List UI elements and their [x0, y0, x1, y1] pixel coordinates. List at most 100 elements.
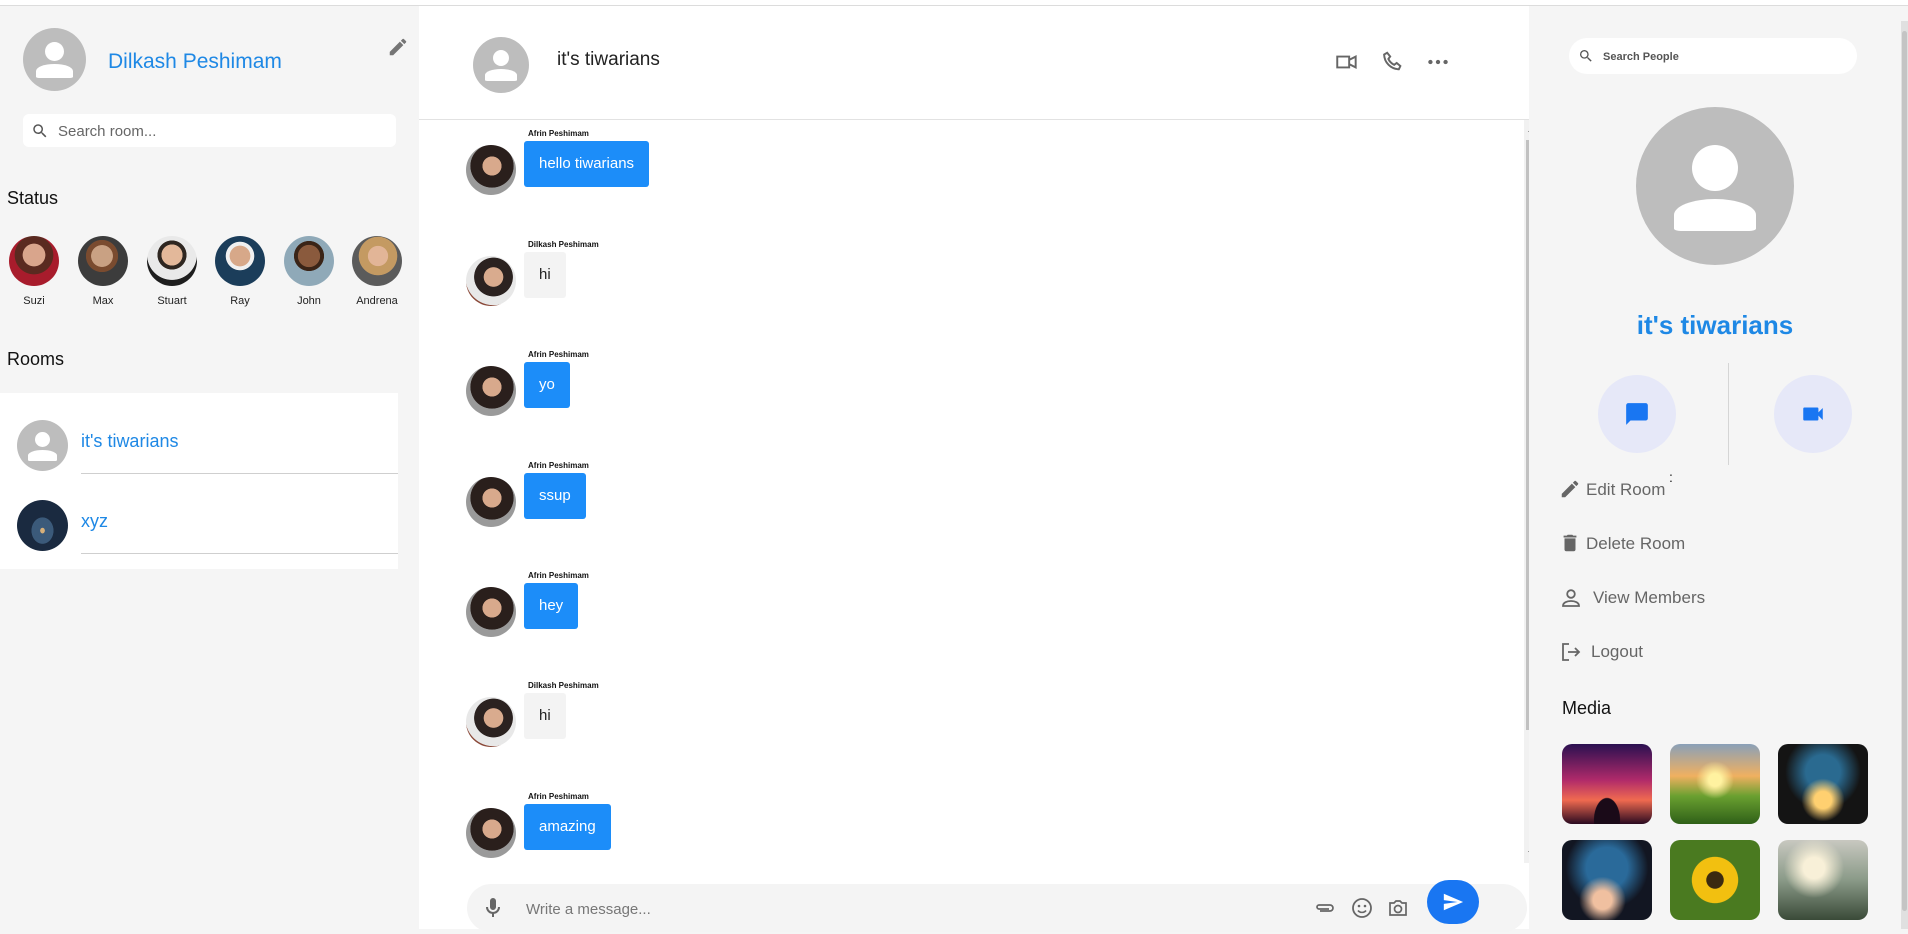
chat-icon [1626, 403, 1648, 425]
status-photo [147, 236, 197, 286]
status-name: Max [92, 295, 114, 307]
message-room-button[interactable] [1598, 375, 1676, 453]
divider [81, 553, 398, 554]
sender-name: Afrin Peshimam [528, 129, 589, 138]
camera-icon[interactable] [1386, 896, 1410, 920]
send-icon [1443, 893, 1464, 911]
sender-avatar[interactable] [466, 697, 516, 747]
sender-avatar[interactable] [466, 256, 516, 306]
sender-avatar[interactable] [466, 477, 516, 527]
message-list[interactable]: Afrin Peshimam hello tiwarians Dilkash P… [436, 120, 1542, 863]
status-item-andrena[interactable]: Andrena [347, 236, 407, 307]
user-avatar[interactable] [23, 28, 86, 91]
edit-profile-icon[interactable] [387, 36, 409, 58]
search-people-field[interactable] [1569, 38, 1857, 76]
search-icon [33, 124, 47, 138]
delete-room-menu-item[interactable]: Delete Room [1559, 530, 1709, 560]
message-item: Afrin Peshimam amazing [466, 792, 866, 862]
room-profile-avatar [1636, 107, 1794, 265]
status-heading: Status [7, 188, 59, 208]
message-bubble: hey [524, 583, 579, 629]
media-thumbnail[interactable] [1670, 840, 1760, 920]
emoji-icon[interactable] [1350, 896, 1374, 920]
person-icon [1562, 589, 1580, 607]
pencil-icon [1561, 480, 1579, 498]
message-item: Afrin Peshimam yo [466, 350, 866, 420]
chat-room-title: it's tiwarians [557, 49, 660, 70]
status-item-max[interactable]: Max [73, 236, 133, 307]
sender-avatar[interactable] [466, 808, 516, 858]
phone-call-icon[interactable] [1380, 49, 1406, 75]
scrollbar-thumb[interactable] [1902, 31, 1907, 911]
media-thumbnail[interactable] [1778, 840, 1868, 920]
message-input[interactable] [524, 884, 1308, 934]
message-item: Afrin Peshimam hey [466, 571, 866, 641]
rooms-list: it's tiwarians xyz [0, 393, 398, 569]
microphone-icon[interactable] [481, 896, 505, 920]
status-item-john[interactable]: John [279, 236, 339, 307]
sender-avatar[interactable] [466, 587, 516, 637]
sender-name: Afrin Peshimam [528, 571, 589, 580]
right-scrollbar[interactable] [1901, 21, 1908, 929]
search-people-input[interactable] [1601, 38, 1855, 76]
logout-icon [1562, 643, 1581, 661]
message-bubble: ssup [524, 473, 586, 519]
status-name: Andrena [356, 295, 398, 307]
message-item: Afrin Peshimam hello tiwarians [466, 129, 866, 199]
media-thumbnail[interactable] [1778, 744, 1868, 824]
message-item: Dilkash Peshimam hi [466, 681, 866, 751]
status-list: Suzi Max Stuart Ray John Andrena [0, 236, 419, 316]
message-bubble: hello tiwarians [524, 141, 650, 187]
room-profile-title: it's tiwarians [1636, 310, 1794, 340]
message-item: Afrin Peshimam ssup [466, 461, 866, 531]
divider [1728, 363, 1729, 465]
sender-avatar[interactable] [466, 366, 516, 416]
menu-label: View Members [1593, 588, 1706, 607]
room-avatar [17, 420, 68, 471]
sender-avatar[interactable] [466, 145, 516, 195]
search-room-field[interactable] [23, 114, 396, 149]
chat-header: it's tiwarians [419, 6, 1529, 120]
search-room-input[interactable] [56, 114, 390, 149]
message-bubble: yo [524, 362, 570, 408]
status-name: Suzi [23, 295, 45, 307]
status-item-suzi[interactable]: Suzi [4, 236, 64, 307]
sender-name: Afrin Peshimam [528, 350, 589, 359]
sender-name: Dilkash Peshimam [528, 681, 599, 690]
send-button[interactable] [1427, 880, 1479, 924]
edit-room-menu-item[interactable]: Edit Room [1559, 476, 1709, 506]
user-name: Dilkash Peshimam [108, 50, 282, 73]
chat-room-avatar[interactable] [473, 37, 529, 93]
view-members-menu-item[interactable]: View Members [1559, 584, 1729, 614]
status-photo [352, 236, 402, 286]
media-thumbnail[interactable] [1562, 744, 1652, 824]
media-thumbnail[interactable] [1562, 840, 1652, 920]
room-details-panel: it's tiwarians : Edit Room Delete Room V… [1529, 6, 1908, 929]
chat-panel: it's tiwarians Afrin Peshimam hello tiwa… [419, 6, 1542, 934]
message-bubble: hi [524, 693, 566, 739]
status-photo [9, 236, 59, 286]
status-photo [284, 236, 334, 286]
room-name: it's tiwarians [81, 431, 179, 451]
search-icon [1580, 50, 1592, 62]
more-options-icon[interactable] [1425, 49, 1451, 75]
attachment-icon[interactable] [1313, 896, 1337, 920]
status-photo [215, 236, 265, 286]
menu-label: Edit Room [1586, 480, 1666, 499]
video-room-button[interactable] [1774, 375, 1852, 453]
status-name: John [297, 295, 321, 307]
video-call-icon[interactable] [1334, 49, 1360, 75]
room-item-xyz[interactable]: xyz [0, 473, 398, 554]
logout-menu-item[interactable]: Logout [1559, 638, 1679, 668]
status-name: Stuart [157, 295, 187, 307]
status-photo [78, 236, 128, 286]
media-heading: Media [1562, 698, 1612, 718]
media-thumbnail[interactable] [1670, 744, 1760, 824]
status-item-stuart[interactable]: Stuart [142, 236, 202, 307]
room-item-its-tiwarians[interactable]: it's tiwarians [0, 393, 398, 474]
status-item-ray[interactable]: Ray [210, 236, 270, 307]
message-item: Dilkash Peshimam hi [466, 240, 866, 310]
message-bubble: hi [524, 252, 566, 298]
room-avatar [17, 500, 68, 551]
message-bubble: amazing [524, 804, 611, 850]
